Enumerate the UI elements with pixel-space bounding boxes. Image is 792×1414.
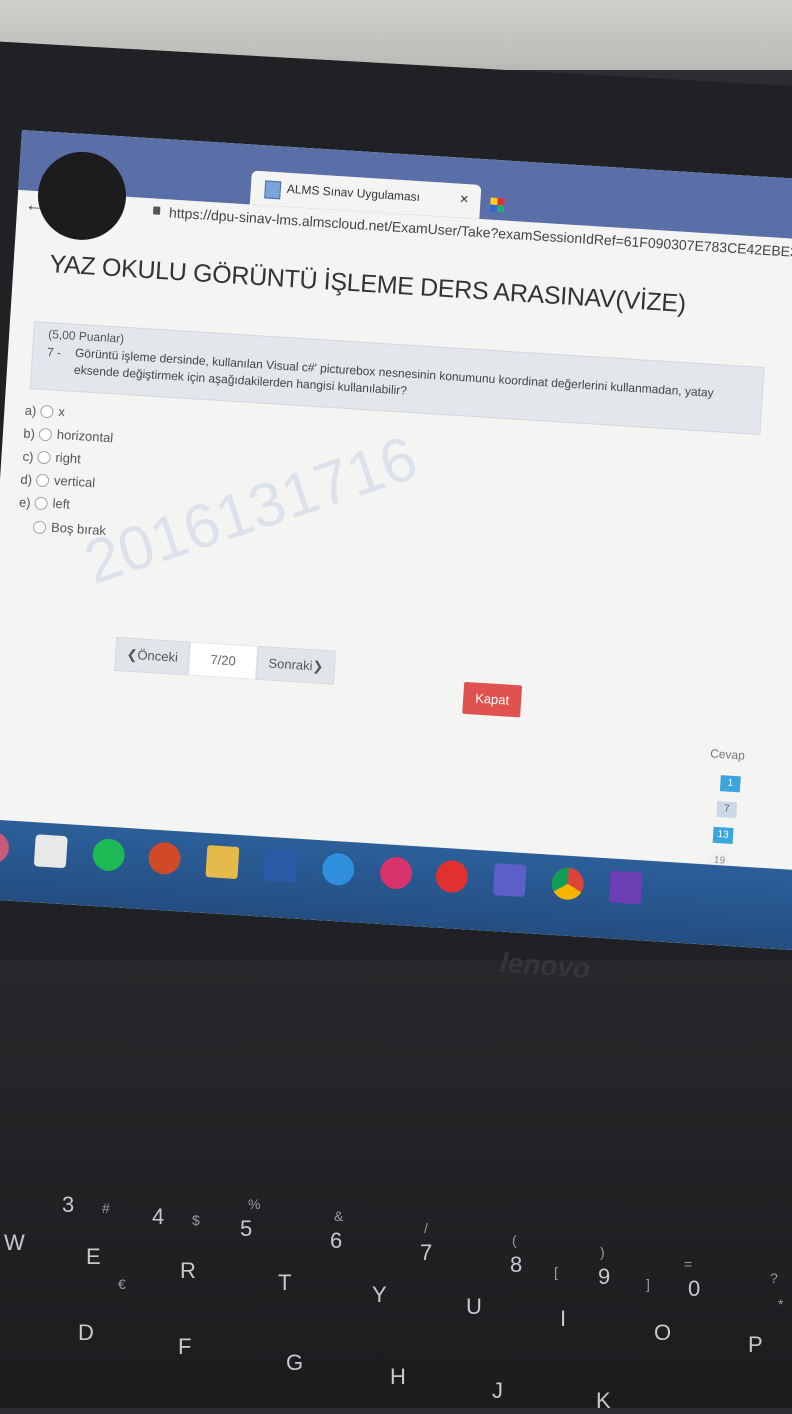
option-label: x	[57, 403, 66, 420]
key: W	[4, 1230, 25, 1255]
page-indicator: 7/20	[188, 641, 259, 680]
key: T	[278, 1270, 292, 1295]
answer-nav-item[interactable]: 13	[712, 826, 734, 845]
option-label: left	[52, 495, 71, 512]
start-icon[interactable]	[0, 830, 10, 865]
edge-icon[interactable]	[321, 852, 356, 887]
option-label: vertical	[53, 472, 96, 491]
answer-nav-item[interactable]: 1	[719, 775, 741, 793]
option-label: Boş bırak	[50, 519, 107, 539]
option-letter	[10, 518, 30, 519]
key: 3	[62, 1192, 75, 1217]
key: ?	[770, 1270, 778, 1286]
radio-button[interactable]	[38, 427, 53, 442]
key: $	[192, 1212, 200, 1228]
option-d[interactable]: d) vertical	[11, 469, 96, 491]
teams-icon[interactable]	[492, 863, 527, 898]
key: %	[248, 1196, 261, 1212]
key: =	[684, 1256, 693, 1272]
key: F	[178, 1334, 192, 1359]
key: [	[554, 1264, 558, 1280]
option-blank[interactable]: Boş bırak	[8, 516, 106, 538]
key: ]	[646, 1276, 650, 1292]
radio-button[interactable]	[34, 496, 48, 511]
answers-panel-label: Cevap	[709, 746, 746, 763]
file-explorer-icon[interactable]	[205, 845, 240, 880]
page-favicon-icon	[264, 180, 282, 200]
option-label: horizontal	[56, 426, 114, 446]
powerpoint-icon[interactable]	[147, 841, 182, 876]
question-points: (5,00 Puanlar)	[47, 327, 125, 346]
key: (	[512, 1232, 517, 1248]
key: D	[78, 1320, 94, 1345]
key: P	[748, 1332, 763, 1357]
question-number: 7 -	[46, 345, 62, 360]
close-tab-icon[interactable]: ×	[459, 191, 469, 209]
radio-button[interactable]	[32, 520, 47, 535]
key: E	[86, 1244, 101, 1269]
option-letter: e)	[18, 494, 32, 511]
key: &	[334, 1208, 344, 1224]
key: €	[118, 1276, 126, 1292]
key: /	[424, 1220, 428, 1236]
key: #	[102, 1200, 110, 1216]
chrome-icon[interactable]	[550, 866, 585, 901]
extension-icon[interactable]	[489, 197, 505, 213]
answer-nav-item[interactable]: 7	[716, 800, 738, 819]
close-exam-button[interactable]: Kapat	[462, 681, 523, 718]
question-pager: ❮Önceki 7/20 Sonraki❯	[114, 636, 336, 685]
radio-button[interactable]	[35, 473, 50, 488]
option-label: right	[55, 449, 82, 467]
visual-studio-icon[interactable]	[608, 870, 643, 905]
tab-title: ALMS Sınav Uygulaması	[286, 181, 421, 205]
key: 0	[688, 1276, 701, 1301]
opera-icon[interactable]	[379, 855, 414, 890]
key: *	[778, 1296, 784, 1312]
option-c[interactable]: c) right	[13, 446, 81, 467]
key: U	[466, 1294, 482, 1319]
word-icon[interactable]	[263, 848, 298, 883]
question-box: (5,00 Puanlar) 7 - Görüntü işleme dersin…	[29, 321, 765, 435]
laptop-brand-logo: lenovo	[499, 946, 592, 985]
home-icon[interactable]	[33, 834, 68, 869]
key: 8	[510, 1252, 523, 1277]
spotify-icon[interactable]	[91, 837, 126, 872]
opera-red-icon[interactable]	[435, 859, 469, 894]
key: 4	[152, 1204, 165, 1229]
page-title: YAZ OKULU GÖRÜNTÜ İŞLEME DERS ARASINAV(V…	[48, 250, 687, 318]
key: J	[492, 1378, 503, 1403]
key: 7	[420, 1240, 433, 1265]
radio-button[interactable]	[39, 404, 54, 419]
option-letter: b)	[22, 425, 36, 442]
key: O	[654, 1320, 672, 1345]
key: 9	[598, 1264, 611, 1289]
keyboard-keys: 3 4 5 6 7 8 9 0 # $ % & / ( ) = W E R T …	[0, 1100, 792, 1413]
key: I	[560, 1306, 567, 1331]
key: K	[596, 1388, 611, 1413]
laptop-screen: ALMS Sınav Uygulaması × ← ⌂ https://dpu-…	[0, 130, 792, 953]
option-a[interactable]: a) x	[16, 400, 65, 420]
key: R	[180, 1258, 196, 1283]
option-b[interactable]: b) horizontal	[14, 423, 114, 446]
option-letter: d)	[20, 471, 33, 488]
next-button[interactable]: Sonraki❯	[255, 645, 336, 685]
option-letter: a)	[24, 402, 37, 419]
option-e[interactable]: e) left	[10, 492, 71, 512]
lock-icon	[152, 206, 161, 215]
question-text: Görüntü işleme dersinde, kullanılan Visu…	[73, 345, 715, 400]
previous-button[interactable]: ❮Önceki	[114, 636, 191, 676]
key: H	[390, 1364, 406, 1389]
radio-button[interactable]	[37, 450, 51, 465]
key: G	[286, 1350, 304, 1375]
key: Y	[372, 1282, 387, 1307]
key: )	[600, 1244, 605, 1260]
key: 6	[330, 1228, 343, 1253]
student-id-watermark: 2016131716	[76, 423, 426, 598]
option-letter: c)	[22, 448, 34, 465]
key: 5	[240, 1216, 253, 1241]
